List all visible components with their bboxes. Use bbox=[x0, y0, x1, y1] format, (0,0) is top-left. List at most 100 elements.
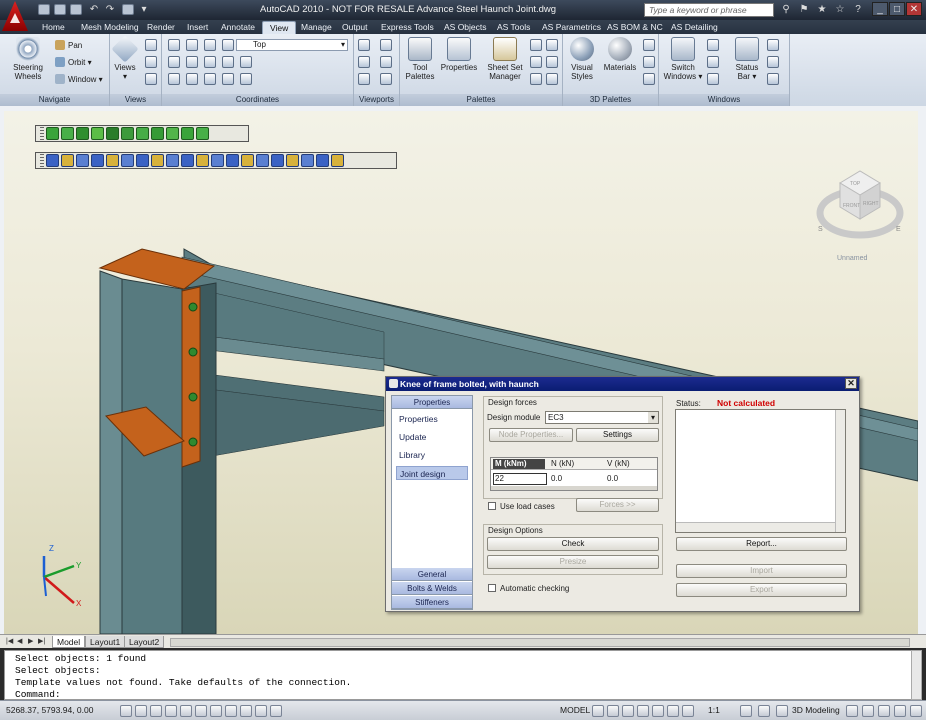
design-module-select[interactable]: EC3 ▾ bbox=[545, 411, 659, 424]
tab-layout2[interactable]: Layout2 bbox=[124, 636, 165, 648]
cascade-icon[interactable] bbox=[707, 73, 719, 85]
pan-button[interactable]: Pan bbox=[55, 40, 82, 52]
ucs-apply-icon[interactable] bbox=[204, 73, 216, 85]
nav-section-bolts-welds[interactable]: Bolts & Welds bbox=[392, 582, 472, 595]
materials-button[interactable]: Materials bbox=[601, 37, 639, 72]
3d-osnap-icon[interactable] bbox=[210, 705, 222, 717]
ortho-mode-icon[interactable] bbox=[165, 705, 177, 717]
viewport-join-icon[interactable] bbox=[358, 73, 370, 85]
lights-icon[interactable] bbox=[643, 39, 655, 51]
markup-icon[interactable] bbox=[546, 39, 558, 51]
toolbar-grip[interactable] bbox=[40, 154, 44, 167]
joint-tool-icon[interactable] bbox=[316, 154, 329, 167]
nav-item-properties[interactable]: Properties bbox=[396, 412, 468, 426]
sheet-set-manager-button[interactable]: Sheet Set Manager bbox=[484, 37, 526, 81]
joint-tool-icon[interactable] bbox=[136, 154, 149, 167]
maximize-button[interactable]: □ bbox=[889, 2, 905, 16]
toolbar-grip[interactable] bbox=[40, 127, 44, 140]
joint-tool-icon[interactable] bbox=[226, 154, 239, 167]
status-bar-menu-icon[interactable] bbox=[894, 705, 906, 717]
visual-styles-button[interactable]: Visual Styles bbox=[565, 37, 599, 81]
coordinate-readout[interactable]: 5268.37, 5793.94, 0.00 bbox=[6, 705, 93, 715]
ucs-3point-icon[interactable] bbox=[204, 56, 216, 68]
tab-model[interactable]: Model bbox=[52, 636, 86, 648]
tab-as-objects[interactable]: AS Objects bbox=[437, 21, 494, 34]
status-list-hscroll[interactable] bbox=[676, 522, 835, 532]
tab-as-bom-nc[interactable]: AS BOM & NC bbox=[600, 21, 670, 34]
joint-tool-icon[interactable] bbox=[241, 154, 254, 167]
close-button[interactable]: ✕ bbox=[906, 2, 922, 16]
joint-tool-icon[interactable] bbox=[211, 154, 224, 167]
shear-input[interactable]: 0.0 bbox=[607, 474, 618, 483]
command-line-scrollbar[interactable] bbox=[911, 650, 922, 700]
joint-tool-icon[interactable] bbox=[106, 154, 119, 167]
clean-screen-status-icon[interactable] bbox=[910, 705, 922, 717]
joint-tool-icon[interactable] bbox=[196, 154, 209, 167]
joint-tool-icon[interactable] bbox=[121, 154, 134, 167]
steel-tool-icon[interactable] bbox=[46, 127, 59, 140]
status-list-vscroll[interactable] bbox=[835, 410, 845, 532]
search-icon[interactable]: ⚲ bbox=[780, 4, 792, 16]
joint-tool-icon[interactable] bbox=[91, 154, 104, 167]
joint-tool-icon[interactable] bbox=[286, 154, 299, 167]
zoom-realtime-icon[interactable] bbox=[145, 39, 157, 51]
tab-home[interactable]: Home bbox=[35, 21, 72, 34]
dbconnect-icon[interactable] bbox=[530, 56, 542, 68]
viewport-config-icon[interactable] bbox=[358, 39, 370, 51]
steel-tool-icon[interactable] bbox=[136, 127, 149, 140]
horizontal-scrollbar[interactable] bbox=[170, 638, 910, 647]
nav-item-update[interactable]: Update bbox=[396, 430, 468, 444]
joint-tool-icon[interactable] bbox=[76, 154, 89, 167]
hardware-acceleration-icon[interactable] bbox=[862, 705, 874, 717]
tile-vertical-icon[interactable] bbox=[707, 56, 719, 68]
annotation-scale-icon[interactable] bbox=[682, 705, 694, 717]
steel-tool-icon[interactable] bbox=[181, 127, 194, 140]
tab-layout1[interactable]: Layout1 bbox=[85, 636, 126, 648]
lineweight-icon[interactable] bbox=[270, 705, 282, 717]
zoom-extents-icon[interactable] bbox=[145, 73, 157, 85]
steering-wheel-status-icon[interactable] bbox=[652, 705, 664, 717]
joint-tool-icon[interactable] bbox=[61, 154, 74, 167]
joint-tool-icon[interactable] bbox=[301, 154, 314, 167]
viewcube[interactable]: TOP FRONT RIGHT S E bbox=[810, 161, 910, 281]
viewport-new-icon[interactable] bbox=[380, 39, 392, 51]
zoom-status-icon[interactable] bbox=[637, 705, 649, 717]
steel-tool-icon[interactable] bbox=[121, 127, 134, 140]
minimize-button[interactable]: _ bbox=[872, 2, 888, 16]
command-line[interactable]: Select objects: 1 found Select objects: … bbox=[4, 650, 912, 700]
ucs-z-icon[interactable] bbox=[240, 73, 252, 85]
qat-dropdown-icon[interactable]: ▾ bbox=[138, 4, 150, 16]
workspace-switch[interactable]: 3D Modeling bbox=[792, 705, 840, 715]
quick-view-layouts-icon[interactable] bbox=[592, 705, 604, 717]
next-layout-icon[interactable]: ▶ bbox=[28, 637, 36, 646]
redo-icon[interactable]: ↷ bbox=[104, 4, 116, 16]
tab-insert[interactable]: Insert bbox=[180, 21, 215, 34]
steel-tool-icon[interactable] bbox=[91, 127, 104, 140]
joint-tool-icon[interactable] bbox=[46, 154, 59, 167]
import-button[interactable]: Import bbox=[676, 564, 847, 578]
settings-button[interactable]: Settings bbox=[576, 428, 659, 442]
grid-display-icon[interactable] bbox=[150, 705, 162, 717]
nav-section-stiffeners[interactable]: Stiffeners bbox=[392, 596, 472, 609]
joint-tool-icon[interactable] bbox=[331, 154, 344, 167]
snap-mode-icon[interactable] bbox=[135, 705, 147, 717]
model-space-toggle[interactable]: MODEL bbox=[560, 705, 590, 715]
ucs-face-icon[interactable] bbox=[222, 39, 234, 51]
tool-palettes-button[interactable]: Tool Palettes bbox=[402, 37, 438, 81]
ucs-x-icon[interactable] bbox=[222, 56, 234, 68]
quick-view-drawings-icon[interactable] bbox=[607, 705, 619, 717]
tab-mesh-modeling[interactable]: Mesh Modeling bbox=[74, 21, 146, 34]
tab-as-detailing[interactable]: AS Detailing bbox=[664, 21, 725, 34]
zoom-previous-icon[interactable] bbox=[145, 56, 157, 68]
tab-view[interactable]: View bbox=[262, 21, 297, 34]
quickcalc-icon[interactable] bbox=[546, 56, 558, 68]
view-preset-label[interactable]: Unnamed bbox=[837, 255, 867, 262]
steel-tool-icon[interactable] bbox=[106, 127, 119, 140]
workspace-icon[interactable] bbox=[776, 705, 788, 717]
node-properties-button[interactable]: Node Properties... bbox=[489, 428, 573, 442]
tab-as-parametrics[interactable]: AS Parametrics bbox=[535, 21, 608, 34]
export-button[interactable]: Export bbox=[676, 583, 847, 597]
command-line-icon[interactable] bbox=[546, 73, 558, 85]
auto-scale-icon[interactable] bbox=[758, 705, 770, 717]
tab-manage[interactable]: Manage bbox=[294, 21, 339, 34]
